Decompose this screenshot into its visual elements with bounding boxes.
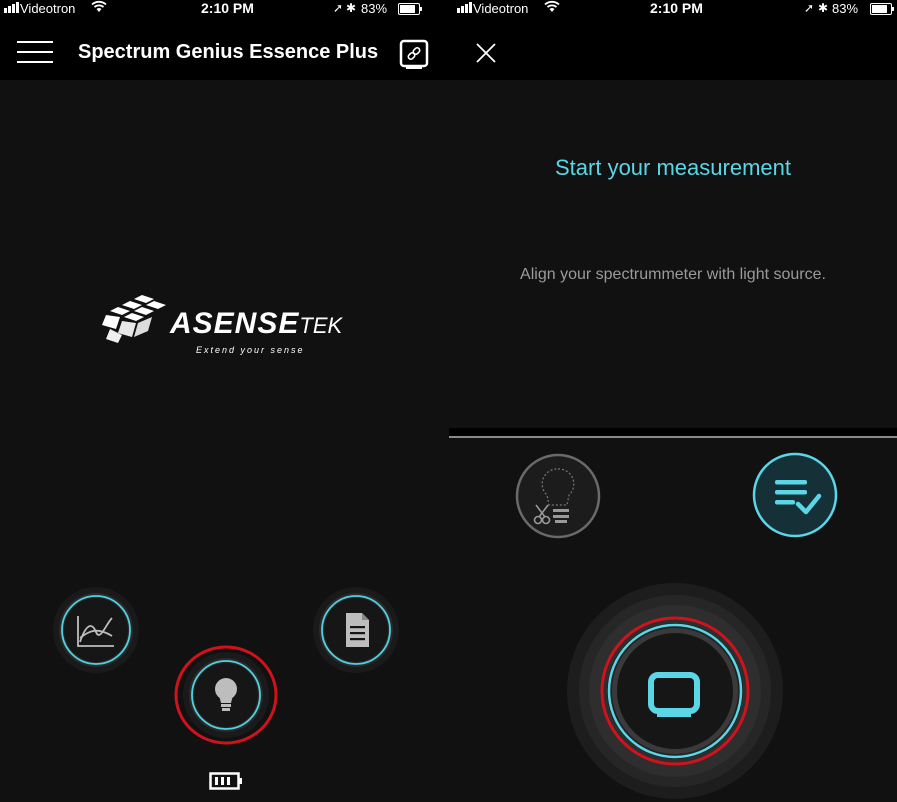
device-link-icon[interactable]	[399, 39, 429, 69]
battery-percent: 83%	[361, 1, 388, 16]
logo-mark-icon	[102, 295, 166, 343]
device-battery-icon	[209, 772, 242, 790]
logo-tagline: Extend your sense	[196, 345, 305, 355]
battery-icon	[398, 3, 422, 15]
carrier-label: Videotron	[473, 1, 529, 16]
light-source-button[interactable]	[174, 643, 278, 747]
battery-icon	[870, 3, 894, 15]
status-bar: Videotron 2:10 PM ➚ ✱ 83%	[0, 0, 449, 17]
logo-wordmark: ASENSETEK	[170, 307, 342, 341]
clock: 2:10 PM	[650, 0, 703, 16]
location-arrow-icon: ➚	[333, 1, 344, 15]
home-screen: Videotron 2:10 PM ➚ ✱ 83% Spectrum Geniu…	[0, 0, 449, 802]
measurement-title: Start your measurement	[555, 155, 791, 180]
clock: 2:10 PM	[201, 0, 254, 16]
bluetooth-icon: ✱	[818, 1, 829, 15]
spectrum-chart-button[interactable]	[52, 586, 140, 674]
dark-calibration-button[interactable]	[515, 453, 601, 539]
battery-percent: 83%	[832, 1, 859, 16]
nav-bar	[449, 17, 897, 80]
bluetooth-icon: ✱	[346, 1, 357, 15]
signal-icon	[4, 0, 20, 13]
measurement-instruction: Align your spectrummeter with light sour…	[520, 266, 826, 283]
report-button[interactable]	[312, 586, 400, 674]
divider	[449, 428, 897, 438]
status-bar: Videotron 2:10 PM ➚ ✱ 83%	[449, 0, 897, 17]
checklist-button[interactable]	[751, 451, 839, 539]
nav-bar: Spectrum Genius Essence Plus	[0, 17, 449, 80]
menu-icon[interactable]	[17, 39, 53, 65]
wifi-icon	[544, 0, 560, 17]
carrier-label: Videotron	[20, 1, 76, 16]
logo-brand-suffix: TEK	[299, 313, 343, 338]
signal-icon	[457, 0, 473, 13]
wifi-icon	[91, 0, 107, 17]
asensetek-logo: ASENSETEK Extend your sense	[96, 293, 366, 363]
close-icon[interactable]	[473, 40, 499, 66]
document-icon	[346, 613, 369, 647]
page-title: Spectrum Genius Essence Plus	[78, 41, 379, 63]
measurement-screen: Videotron 2:10 PM ➚ ✱ 83% Start your mea…	[449, 0, 897, 802]
logo-brand: ASENSE	[170, 307, 300, 340]
location-arrow-icon: ➚	[804, 1, 815, 15]
start-measurement-button[interactable]	[567, 583, 783, 802]
